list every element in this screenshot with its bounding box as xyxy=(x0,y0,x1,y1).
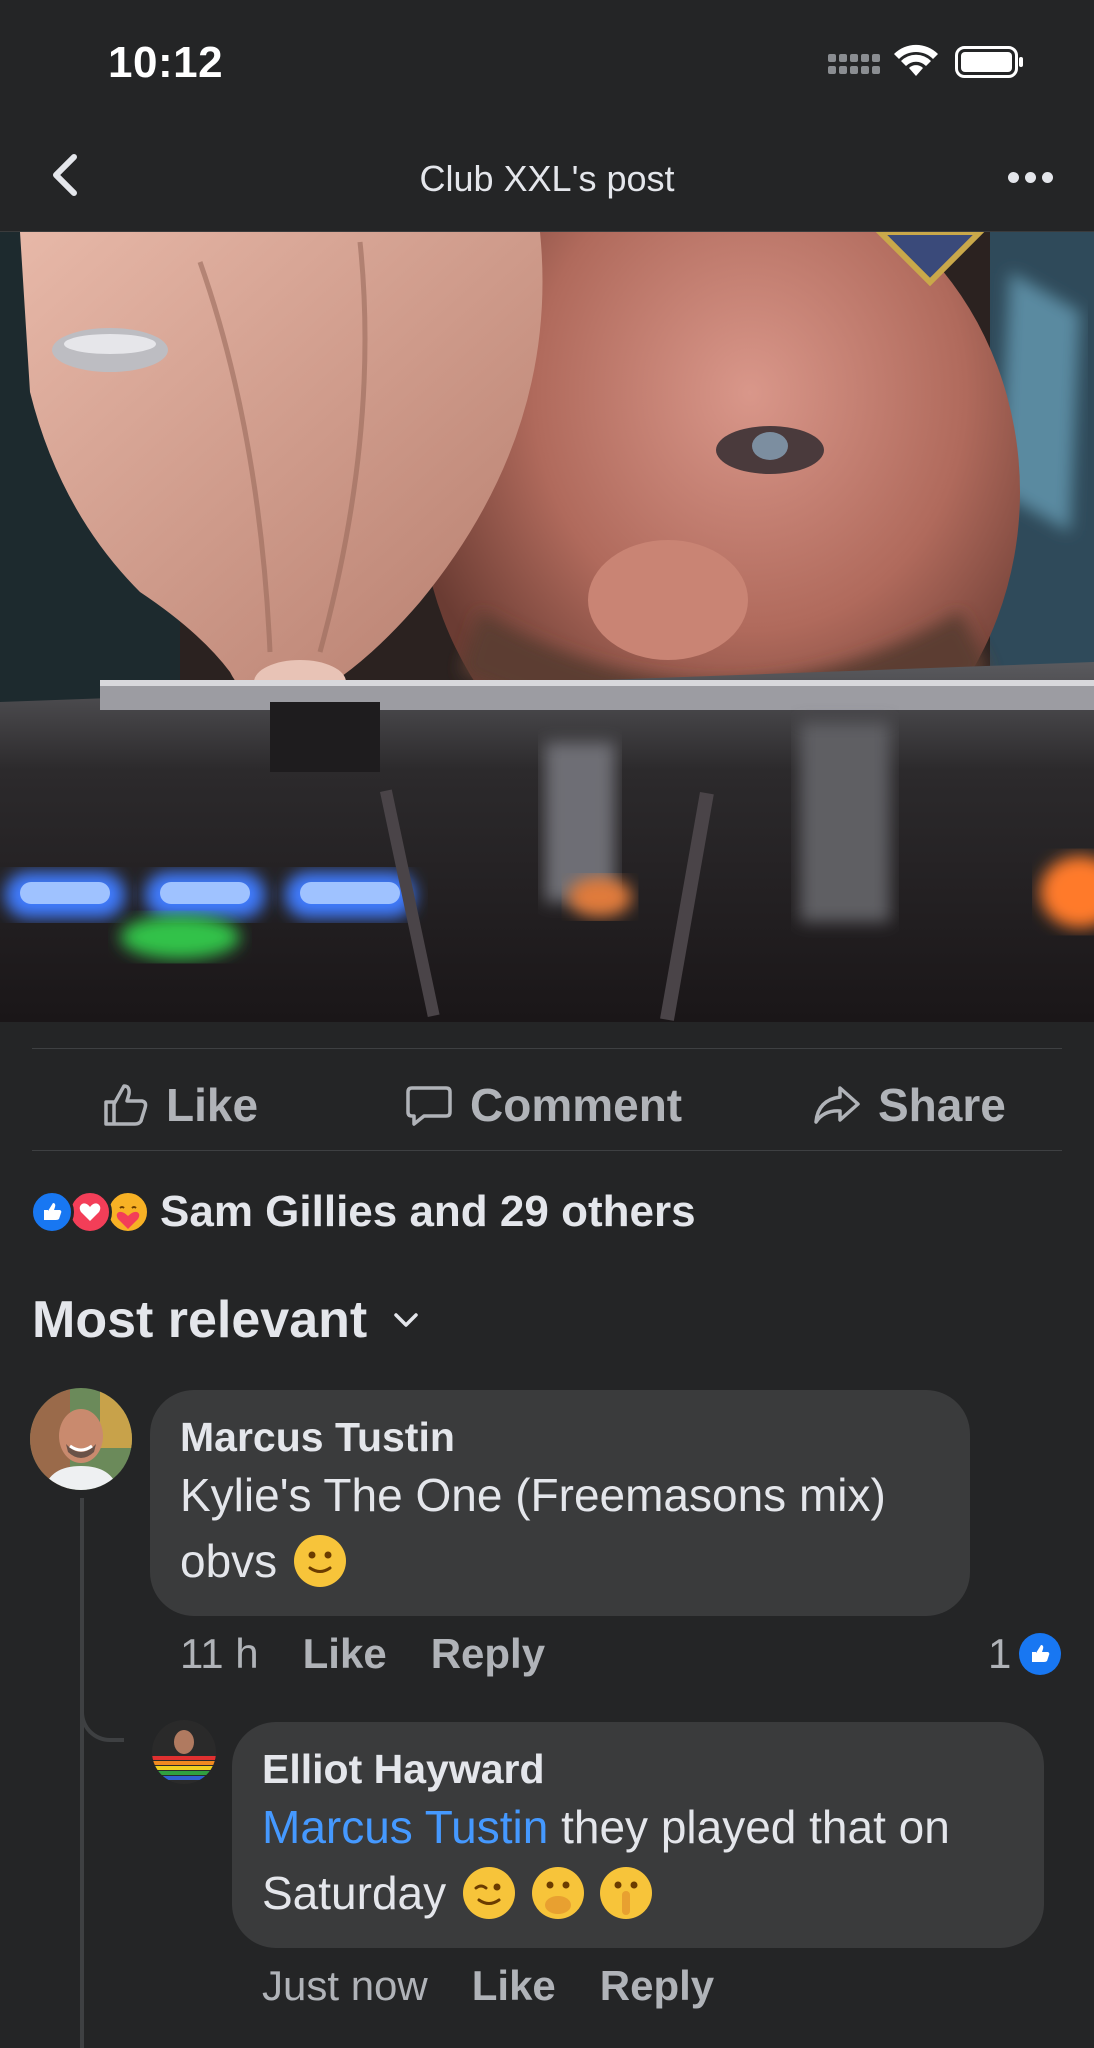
marcus-tustin-avatar xyxy=(30,1388,132,1490)
thread-connector xyxy=(80,1498,84,2048)
slightly-smiling-face-icon xyxy=(293,1535,346,1587)
face-with-hand-over-mouth-icon xyxy=(531,1867,584,1919)
like-button[interactable]: Like xyxy=(100,1078,258,1132)
comment-like-link[interactable]: Like xyxy=(472,1962,556,2010)
thread-connector-branch xyxy=(80,1706,124,1742)
comment-time: Just now xyxy=(262,1962,428,2009)
care-reaction-icon xyxy=(106,1190,150,1234)
divider-top xyxy=(32,1048,1062,1049)
comment-text: Kylie's The One (Freemasons mix) obvs xyxy=(180,1462,940,1594)
like-label: Like xyxy=(166,1079,259,1131)
thumbs-up-icon xyxy=(104,1084,148,1126)
comment-meta: 11 h Like Reply xyxy=(180,1630,589,1678)
reactions-summary[interactable]: Sam Gillies and 29 others xyxy=(30,1186,696,1238)
comment-text: Marcus Tustin they played that on Saturd… xyxy=(262,1794,1014,1926)
battery-icon xyxy=(955,46,1023,78)
more-options-button[interactable] xyxy=(1008,172,1053,183)
comment-author[interactable]: Elliot Hayward xyxy=(262,1744,1014,1794)
love-reaction-icon xyxy=(68,1190,112,1234)
comment-button[interactable]: Comment xyxy=(404,1078,682,1132)
post-actions-bar: Like Comment Share xyxy=(0,1050,1094,1154)
comment-reply-link[interactable]: Reply xyxy=(431,1630,545,1678)
comment-time: 11 h xyxy=(180,1630,259,1677)
status-time: 10:12 xyxy=(108,38,224,87)
comment-author[interactable]: Marcus Tustin xyxy=(180,1412,940,1462)
comment-text-line1: they played that on xyxy=(548,1801,950,1853)
avatar[interactable] xyxy=(152,1720,216,1784)
winking-face-icon xyxy=(462,1867,515,1919)
sort-label: Most relevant xyxy=(32,1291,368,1349)
like-reaction-icon xyxy=(30,1190,74,1234)
comment-bubble-icon xyxy=(406,1086,452,1126)
like-count-value: 1 xyxy=(988,1630,1012,1677)
divider-bottom xyxy=(32,1150,1062,1151)
chevron-down-icon xyxy=(394,1313,418,1327)
comment-text-content: Kylie's The One (Freemasons mix) obvs xyxy=(180,1469,886,1587)
dj-mixer-photo xyxy=(0,232,1094,1022)
elliot-hayward-avatar xyxy=(152,1720,216,1784)
comment-bubble[interactable]: Elliot Hayward Marcus Tustin they played… xyxy=(232,1722,1044,1948)
comment-reply-link[interactable]: Reply xyxy=(600,1962,714,2010)
share-button[interactable]: Share xyxy=(812,1078,1006,1132)
wifi-icon xyxy=(894,44,938,76)
comment-like-count[interactable]: 1 xyxy=(988,1630,1062,1678)
share-arrow-icon xyxy=(814,1086,860,1124)
cellular-signal-icon xyxy=(828,54,880,80)
shushing-face-icon xyxy=(600,1867,653,1919)
comment-like-link[interactable]: Like xyxy=(303,1630,387,1678)
share-label: Share xyxy=(878,1079,1006,1131)
mention-link[interactable]: Marcus Tustin xyxy=(262,1801,548,1853)
navigation-bar: Club XXL's post xyxy=(0,120,1094,232)
post-photo[interactable] xyxy=(0,232,1094,1022)
reactions-summary-text: Sam Gillies and 29 others xyxy=(160,1187,696,1236)
page-title: Club XXL's post xyxy=(419,158,675,199)
comment-label: Comment xyxy=(470,1079,683,1131)
like-reaction-icon xyxy=(1019,1633,1062,1675)
comment-meta: Just now Like Reply xyxy=(262,1962,758,2010)
comment-sort-dropdown[interactable]: Most relevant xyxy=(32,1290,419,1350)
avatar[interactable] xyxy=(30,1388,132,1490)
comment-text-line2: Saturday xyxy=(262,1867,447,1919)
comment-bubble[interactable]: Marcus Tustin Kylie's The One (Freemason… xyxy=(150,1390,970,1616)
status-bar: 10:12 xyxy=(0,0,1094,120)
